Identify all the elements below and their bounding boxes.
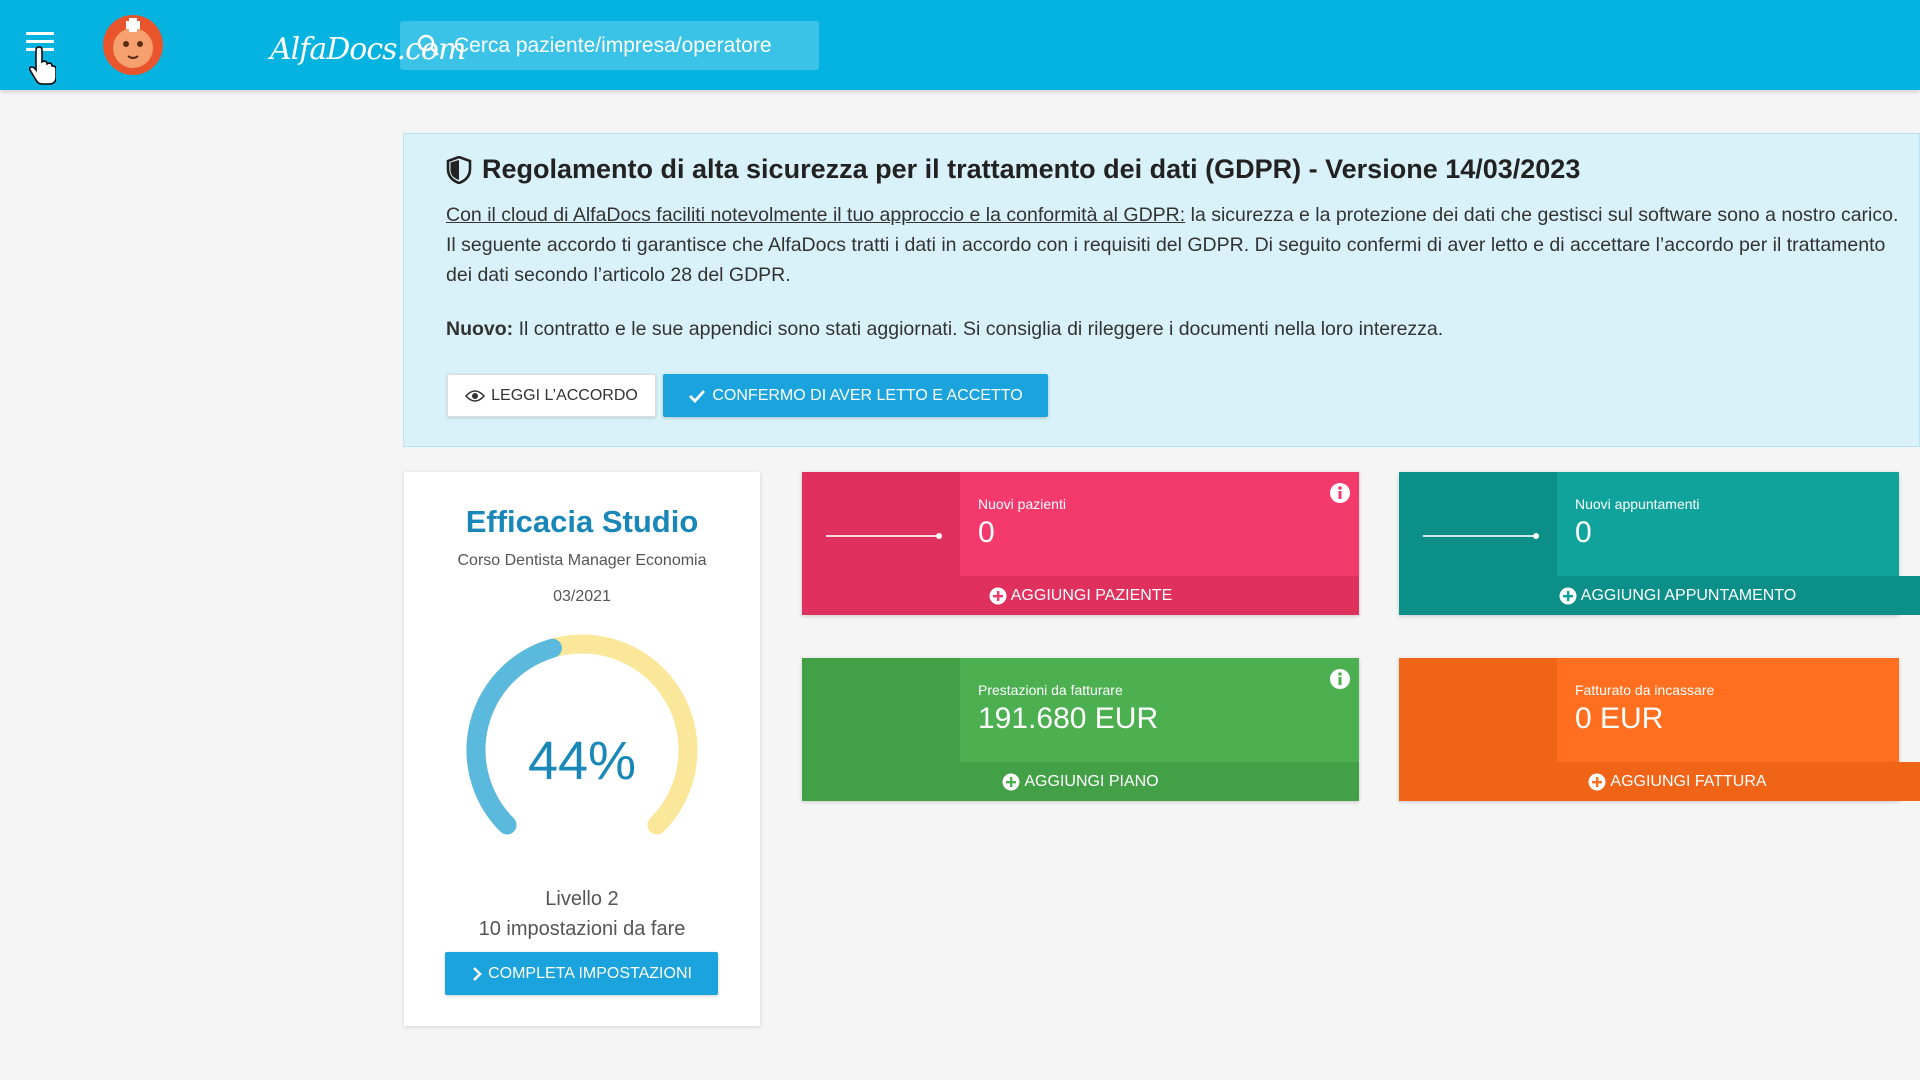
hand-cursor-icon xyxy=(29,46,56,85)
eye-icon xyxy=(465,389,486,402)
gdpr-banner: Regolamento di alta sicurezza per il tra… xyxy=(403,133,1920,447)
efficacia-subtitle: Corso Dentista Manager Economia xyxy=(457,552,707,569)
stat-value: 0 xyxy=(1575,516,1592,549)
add-invoice-label: AGGIUNGI FATTURA xyxy=(1610,772,1767,790)
add-patient-label: AGGIUNGI PAZIENTE xyxy=(1010,586,1173,604)
read-agreement-button[interactable]: LEGGI L’ACCORDO xyxy=(447,374,656,417)
info-icon[interactable] xyxy=(1329,668,1351,690)
lion-icon xyxy=(103,15,163,75)
plus-circle-icon xyxy=(1559,587,1577,604)
gdpr-title-text: Regolamento di alta sicurezza per il tra… xyxy=(482,154,1581,184)
info-icon[interactable] xyxy=(1329,482,1351,504)
gdpr-description: Con il cloud di AlfaDocs faciliti notevo… xyxy=(446,200,1906,290)
stat-card-new-appointments: Nuovi appuntamenti 0 AGGIUNGI APPUNTAMEN… xyxy=(1399,472,1920,615)
stat-chart-area xyxy=(802,472,960,576)
add-plan-label: AGGIUNGI PIANO xyxy=(1024,772,1159,790)
complete-settings-label: COMPLETA IMPOSTAZIONI xyxy=(488,964,692,982)
add-appointment-label: AGGIUNGI APPUNTAMENTO xyxy=(1580,586,1797,604)
plus-circle-icon xyxy=(1588,773,1606,790)
stat-label: Nuovi pazienti xyxy=(978,496,1066,512)
stat-value: 0 EUR xyxy=(1575,702,1664,735)
complete-settings-button[interactable]: COMPLETA IMPOSTAZIONI xyxy=(445,952,718,995)
efficacia-title: Efficacia Studio xyxy=(465,504,699,539)
stat-chart-area xyxy=(1399,658,1557,762)
search-input[interactable] xyxy=(454,21,814,70)
efficacia-card: Efficacia Studio Corso Dentista Manager … xyxy=(404,472,760,1026)
confirm-accept-label: CONFERMO DI AVER LETTO E ACCETTO xyxy=(712,386,1023,404)
top-bar: AlfaDocs.com xyxy=(0,0,1920,90)
stat-value: 0 xyxy=(978,516,995,549)
read-agreement-label: LEGGI L’ACCORDO xyxy=(491,386,638,404)
search-box[interactable] xyxy=(400,21,819,70)
stat-chart-area xyxy=(802,658,960,762)
gdpr-new-label: Nuovo: xyxy=(446,318,514,340)
sparkline xyxy=(1423,533,1539,539)
search-icon xyxy=(417,34,439,56)
stat-label: Nuovi appuntamenti xyxy=(1575,496,1700,512)
alfadocs-logo[interactable]: AlfaDocs.com xyxy=(100,12,466,78)
gdpr-new-text: Il contratto e le sue appendici sono sta… xyxy=(513,318,1444,340)
sparkline xyxy=(826,533,942,539)
stat-label: Fatturato da incassare xyxy=(1575,682,1715,698)
add-patient-button[interactable]: AGGIUNGI PAZIENTE xyxy=(802,576,1359,615)
check-icon xyxy=(689,389,706,403)
stat-chart-area xyxy=(1399,472,1557,576)
add-plan-button[interactable]: AGGIUNGI PIANO xyxy=(802,762,1359,801)
confirm-accept-button[interactable]: CONFERMO DI AVER LETTO E ACCETTO xyxy=(663,374,1048,417)
efficacia-percent: 44% xyxy=(527,731,637,791)
efficacia-level: Livello 2 xyxy=(545,888,619,910)
stat-value: 191.680 EUR xyxy=(978,702,1159,735)
chevron-right-icon xyxy=(473,966,482,981)
efficacia-todo: 10 impostazioni da fare xyxy=(478,918,686,940)
gdpr-title: Regolamento di alta sicurezza per il tra… xyxy=(446,154,1580,185)
efficacia-date: 03/2021 xyxy=(553,588,611,605)
add-appointment-button[interactable]: AGGIUNGI APPUNTAMENTO xyxy=(1399,576,1920,615)
add-invoice-button[interactable]: AGGIUNGI FATTURA xyxy=(1399,762,1920,801)
stat-card-new-patients: Nuovi pazienti 0 AGGIUNGI PAZIENTE xyxy=(802,472,1359,615)
plus-circle-icon xyxy=(989,587,1007,604)
stat-label: Prestazioni da fatturare xyxy=(978,682,1123,698)
shield-icon xyxy=(446,155,472,184)
gdpr-link[interactable]: Con il cloud di AlfaDocs faciliti notevo… xyxy=(446,204,1185,226)
stat-card-revenue-to-collect: Fatturato da incassare 0 EUR AGGIUNGI FA… xyxy=(1399,658,1920,801)
stat-card-services-to-invoice: Prestazioni da fatturare 191.680 EUR AGG… xyxy=(802,658,1359,801)
plus-circle-icon xyxy=(1002,773,1020,790)
gdpr-update-notice: Nuovo: Il contratto e le sue appendici s… xyxy=(446,318,1906,341)
